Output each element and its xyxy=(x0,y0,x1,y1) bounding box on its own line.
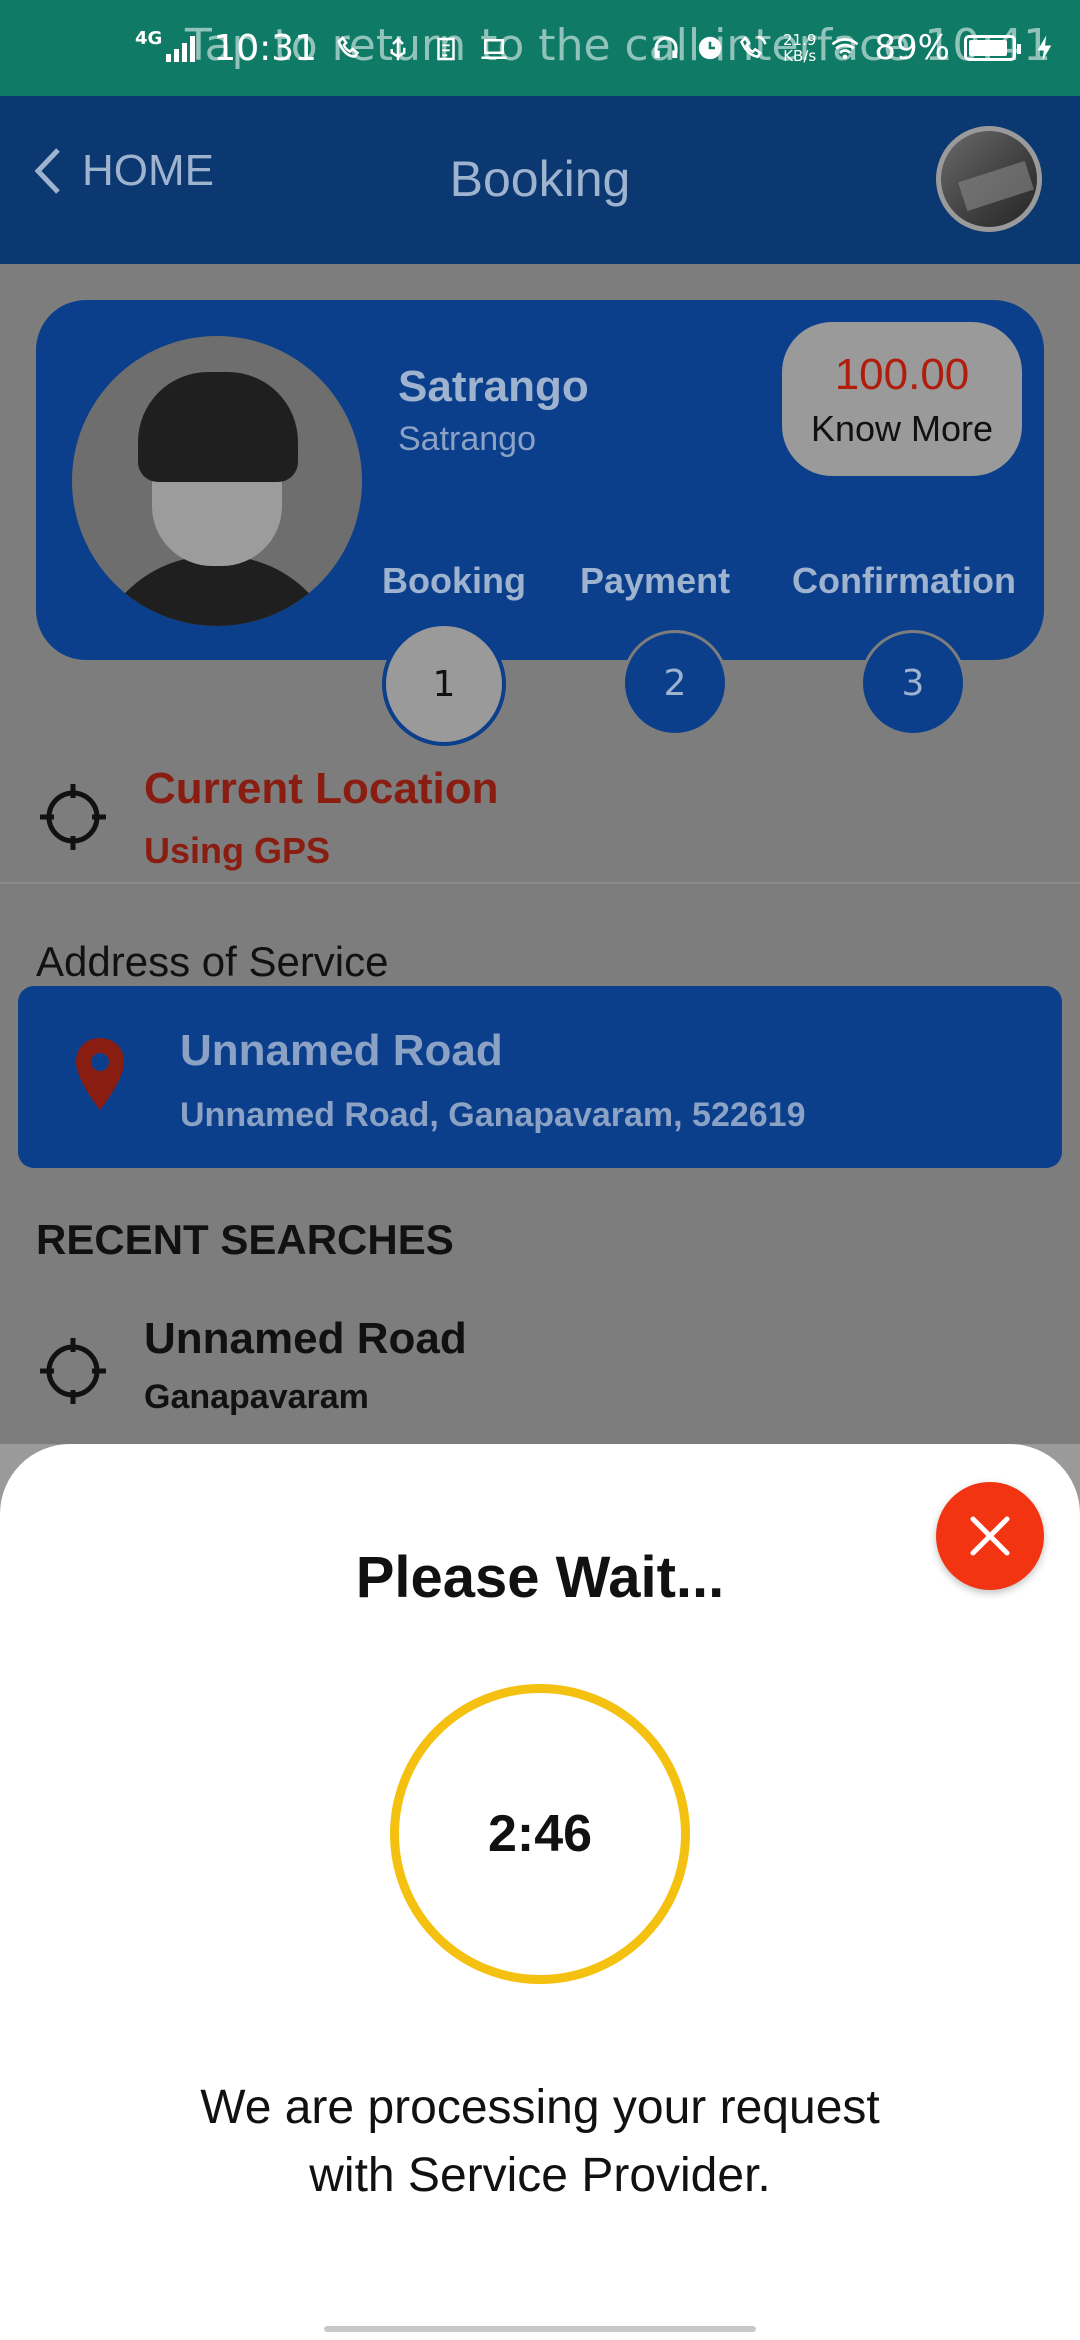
step-label-booking: Booking xyxy=(382,560,526,601)
network-type: 4G xyxy=(135,28,163,49)
recent-item-area: Ganapavaram xyxy=(144,1378,369,1416)
provider-avatar xyxy=(72,336,362,626)
timer-value: 2:46 xyxy=(487,1805,593,1863)
profile-avatar[interactable] xyxy=(936,126,1042,232)
current-location-row[interactable]: Current Location Using GPS xyxy=(0,734,1080,884)
network-speed: 21.9 KB/s xyxy=(783,32,816,64)
price-value: 100.00 xyxy=(834,350,970,399)
provider-subtitle: Satrango xyxy=(398,420,536,458)
page-title: Booking xyxy=(449,151,631,207)
recent-search-item[interactable]: Unnamed Road Ganapavaram xyxy=(0,1314,1080,1444)
address-detail: Unnamed Road, Ganapavaram, 522619 xyxy=(180,1096,806,1134)
step-2-circle: 2 xyxy=(622,630,728,736)
address-title: Unnamed Road xyxy=(180,1026,503,1075)
wifi-call-icon xyxy=(740,35,767,59)
charging-icon xyxy=(1037,35,1052,61)
battery-icon xyxy=(964,35,1021,61)
status-right: 21.9 KB/s 89% xyxy=(651,28,1060,68)
headphones-icon xyxy=(654,36,678,58)
price-know-more-button[interactable]: 100.00 Know More xyxy=(782,322,1022,476)
current-location-title: Current Location xyxy=(144,764,499,813)
dialog-message-line1: We are processing your request xyxy=(200,2081,880,2134)
battery-percent: 89% xyxy=(874,28,950,68)
address-card[interactable]: Unnamed Road Unnamed Road, Ganapavaram, … xyxy=(18,986,1062,1168)
provider-name: Satrango xyxy=(398,362,589,411)
crosshair-icon xyxy=(40,784,106,850)
step-3-circle: 3 xyxy=(860,630,966,736)
step-label-payment: Payment xyxy=(580,560,731,601)
please-wait-sheet: Please Wait... 2:46 We are processing yo… xyxy=(0,1444,1080,2340)
home-indicator[interactable] xyxy=(324,2326,756,2332)
crosshair-icon xyxy=(40,1338,106,1404)
main-content: Satrango Satrango 100.00 Know More Booki… xyxy=(0,264,1080,1444)
location-pin-icon xyxy=(76,1038,124,1110)
step-label-confirmation: Confirmation xyxy=(792,560,1016,601)
dialog-message: We are processing your request with Serv… xyxy=(0,2074,1080,2210)
provider-card: Satrango Satrango 100.00 Know More Booki… xyxy=(36,300,1044,746)
alarm-icon xyxy=(698,36,722,60)
speed-value: 21.9 xyxy=(783,31,817,49)
address-section-label: Address of Service xyxy=(36,938,389,985)
battery-fill xyxy=(969,40,1007,56)
dialog-title: Please Wait... xyxy=(355,1545,725,1610)
countdown-timer: 2:46 xyxy=(390,1684,690,1984)
dialog-message-line2: with Service Provider. xyxy=(309,2149,771,2202)
speed-unit: KB/s xyxy=(783,47,817,65)
app-bar: HOME Booking xyxy=(0,96,1080,264)
current-location-subtitle: Using GPS xyxy=(144,830,331,871)
know-more-label: Know More xyxy=(810,408,994,449)
wifi-icon xyxy=(832,38,859,59)
recent-searches-title: RECENT SEARCHES xyxy=(36,1216,454,1263)
step-1-circle: 1 xyxy=(382,622,506,746)
status-bar: 4G 10:31 Tap to return to the call inter… xyxy=(0,0,1080,96)
recent-item-name: Unnamed Road xyxy=(144,1314,467,1363)
